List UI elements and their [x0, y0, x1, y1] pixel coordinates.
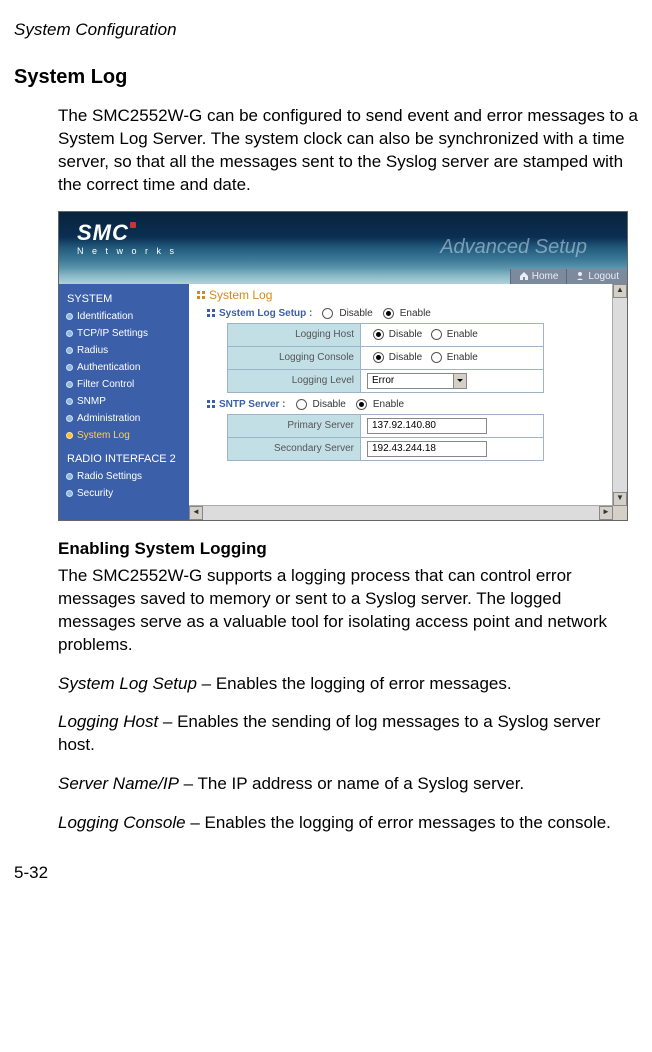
- sidebar: SYSTEM Identification TCP/IP Settings Ra…: [59, 284, 189, 520]
- sidebar-item-identification[interactable]: Identification: [59, 308, 189, 325]
- content-area: System Log System Log Setup : Disable En…: [189, 284, 627, 520]
- primary-server-input[interactable]: 137.92.140.80: [367, 418, 487, 434]
- subsection-heading: Enabling System Logging: [58, 539, 642, 559]
- logging-console-disable-label: Disable: [389, 352, 422, 363]
- sntp-server-label: SNTP Server :: [219, 399, 286, 410]
- logging-level-value: Error: [361, 369, 544, 392]
- logging-console-label: Logging Console: [228, 346, 361, 369]
- page-running-header: System Configuration: [14, 20, 652, 40]
- sntp-enable-label: Enable: [373, 399, 404, 410]
- sntp-settings-table: Primary Server 137.92.140.80 Secondary S…: [227, 414, 544, 461]
- logo-main: SMC: [77, 222, 177, 244]
- page-number: 5-32: [14, 863, 652, 883]
- subsection-paragraph: The SMC2552W-G supports a logging proces…: [58, 565, 642, 657]
- logout-icon: [575, 271, 585, 281]
- logging-level-select[interactable]: Error: [367, 373, 467, 389]
- screenshot-figure: SMC N e t w o r k s Advanced Setup Home …: [58, 211, 628, 521]
- intro-paragraph: The SMC2552W-G can be configured to send…: [58, 105, 642, 197]
- sidebar-item-snmp[interactable]: SNMP: [59, 393, 189, 410]
- syslog-disable-label: Disable: [339, 308, 372, 319]
- logging-host-disable-radio[interactable]: [373, 329, 384, 340]
- syslog-enable-label: Enable: [400, 308, 431, 319]
- def1-term: System Log Setup: [58, 674, 197, 693]
- sidebar-group-radio: RADIO INTERFACE 2: [59, 450, 189, 468]
- logging-console-value: Disable Enable: [361, 346, 544, 369]
- sidebar-item-radio-settings[interactable]: Radio Settings: [59, 468, 189, 485]
- sidebar-item-filter-control[interactable]: Filter Control: [59, 376, 189, 393]
- def4-term: Logging Console: [58, 813, 186, 832]
- def-logging-console: Logging Console – Enables the logging of…: [58, 812, 642, 835]
- sidebar-item-administration[interactable]: Administration: [59, 410, 189, 427]
- def-system-log-setup: System Log Setup – Enables the logging o…: [58, 673, 642, 696]
- logout-tab-label: Logout: [588, 271, 619, 282]
- vertical-scrollbar[interactable]: ▲ ▼: [612, 284, 627, 506]
- primary-server-label: Primary Server: [228, 414, 361, 437]
- horizontal-scrollbar[interactable]: ◄ ►: [189, 505, 613, 520]
- sidebar-item-security[interactable]: Security: [59, 485, 189, 502]
- def1-text: – Enables the logging of error messages.: [197, 674, 512, 693]
- scroll-down-button[interactable]: ▼: [613, 492, 627, 506]
- logo: SMC N e t w o r k s: [77, 222, 177, 256]
- logging-host-enable-radio[interactable]: [431, 329, 442, 340]
- sidebar-item-authentication[interactable]: Authentication: [59, 359, 189, 376]
- def2-term: Logging Host: [58, 712, 158, 731]
- def3-text: – The IP address or name of a Syslog ser…: [179, 774, 524, 793]
- logo-text: SMC: [77, 220, 129, 245]
- banner-title: Advanced Setup: [440, 236, 587, 259]
- def-logging-host: Logging Host – Enables the sending of lo…: [58, 711, 642, 757]
- secondary-server-label: Secondary Server: [228, 437, 361, 460]
- def4-text: – Enables the logging of error messages …: [186, 813, 611, 832]
- secondary-server-input[interactable]: 192.43.244.18: [367, 441, 487, 457]
- sntp-enable-radio[interactable]: [356, 399, 367, 410]
- logging-console-disable-radio[interactable]: [373, 352, 384, 363]
- logging-console-enable-label: Enable: [447, 352, 478, 363]
- app-banner: SMC N e t w o r k s Advanced Setup Home …: [59, 212, 627, 284]
- pane-title-text: System Log: [209, 288, 272, 302]
- scroll-left-button[interactable]: ◄: [189, 506, 203, 520]
- logging-host-value: Disable Enable: [361, 323, 544, 346]
- sidebar-item-tcpip[interactable]: TCP/IP Settings: [59, 325, 189, 342]
- def-server-name-ip: Server Name/IP – The IP address or name …: [58, 773, 642, 796]
- sntp-server-row: SNTP Server : Disable Enable: [207, 399, 604, 410]
- scroll-up-button[interactable]: ▲: [613, 284, 627, 298]
- syslog-setup-row: System Log Setup : Disable Enable: [207, 308, 604, 319]
- syslog-settings-table: Logging Host Disable Enable Logging Cons…: [227, 323, 544, 393]
- def3-term: Server Name/IP: [58, 774, 179, 793]
- section-heading: System Log: [14, 66, 652, 89]
- sidebar-group-system: SYSTEM: [59, 290, 189, 308]
- logging-console-enable-radio[interactable]: [431, 352, 442, 363]
- logging-host-disable-label: Disable: [389, 329, 422, 340]
- logging-host-enable-label: Enable: [447, 329, 478, 340]
- syslog-disable-radio[interactable]: [322, 308, 333, 319]
- sntp-disable-label: Disable: [313, 399, 346, 410]
- logging-level-label: Logging Level: [228, 369, 361, 392]
- syslog-enable-radio[interactable]: [383, 308, 394, 319]
- logging-host-label: Logging Host: [228, 323, 361, 346]
- sidebar-item-system-log[interactable]: System Log: [59, 427, 189, 444]
- scroll-right-button[interactable]: ►: [599, 506, 613, 520]
- home-tab[interactable]: Home: [510, 269, 567, 284]
- top-tabs: Home Logout: [510, 269, 627, 284]
- logo-sub: N e t w o r k s: [77, 246, 177, 256]
- logout-tab[interactable]: Logout: [566, 269, 627, 284]
- pane-title: System Log: [197, 288, 604, 302]
- sntp-disable-radio[interactable]: [296, 399, 307, 410]
- syslog-setup-label: System Log Setup :: [219, 308, 312, 319]
- sidebar-item-radius[interactable]: Radius: [59, 342, 189, 359]
- home-icon: [519, 271, 529, 281]
- scrollbar-corner: [613, 506, 627, 520]
- home-tab-label: Home: [532, 271, 559, 282]
